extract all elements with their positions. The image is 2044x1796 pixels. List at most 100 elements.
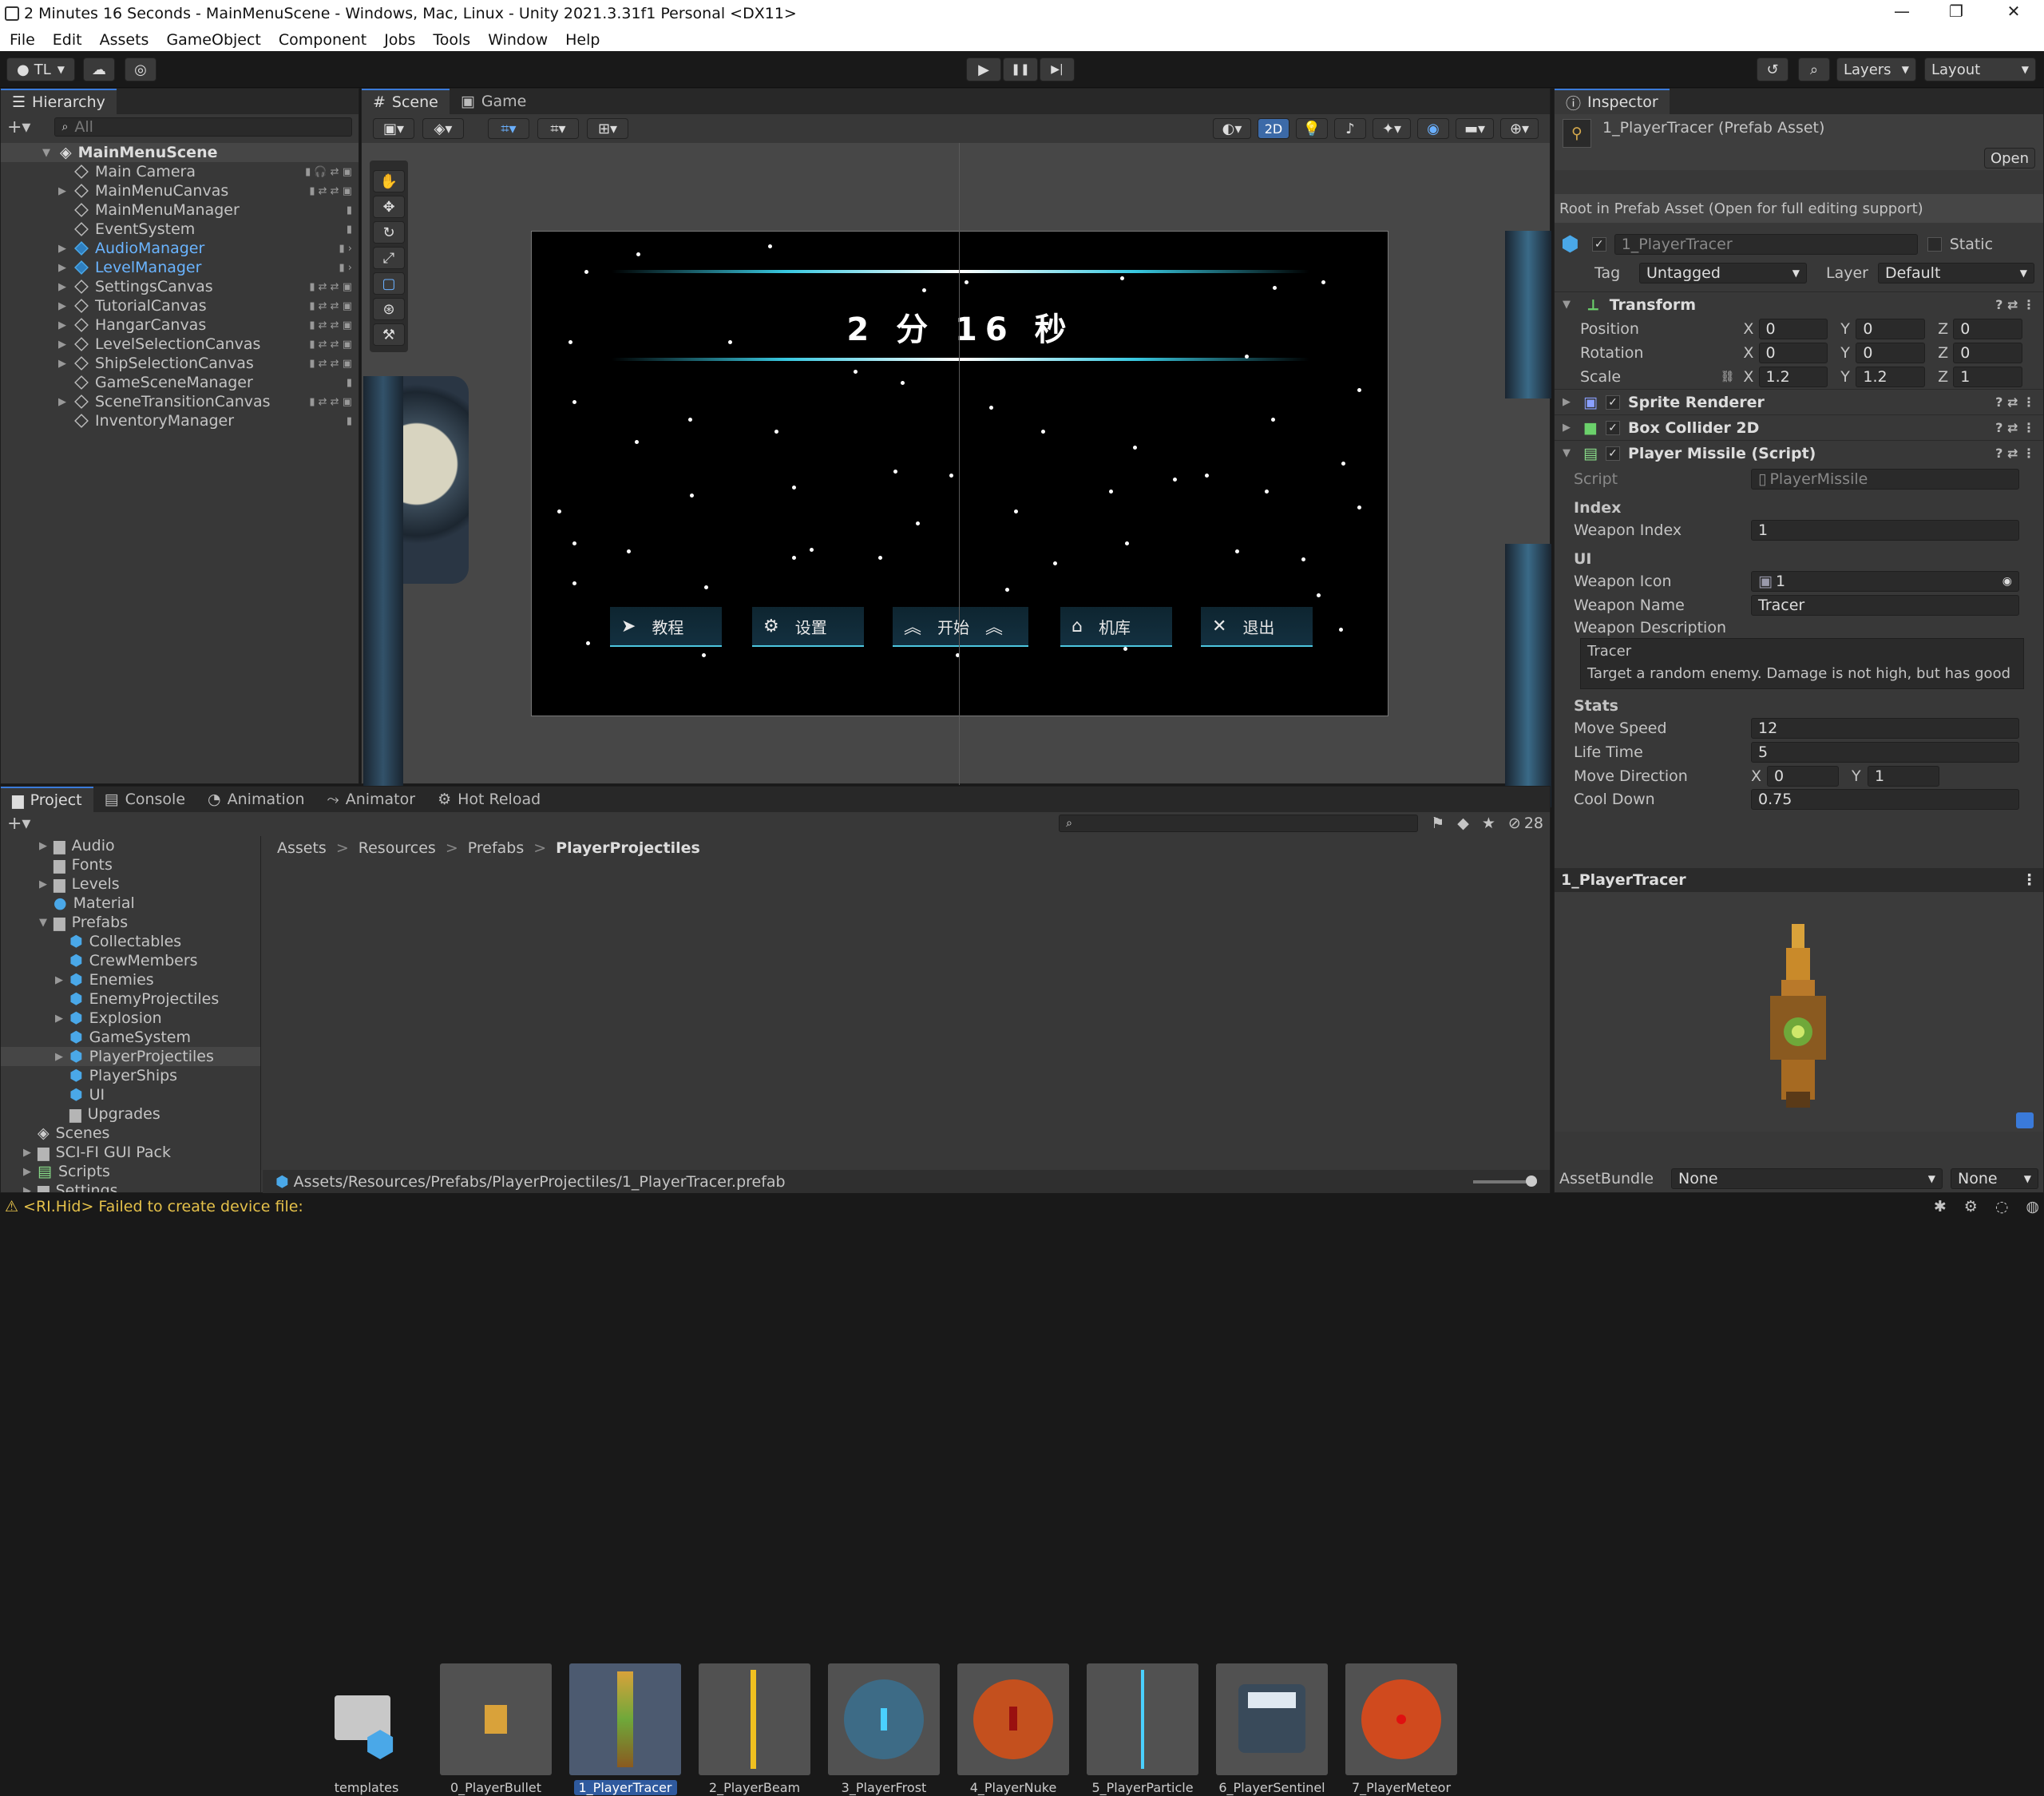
- asset-0-playerbullet[interactable]: 0_PlayerBullet: [440, 1663, 552, 1795]
- pause-button[interactable]: ❚❚: [1003, 57, 1038, 81]
- static-checkbox[interactable]: [1927, 237, 1942, 252]
- tree-item-playerships[interactable]: ⬢ PlayerShips: [1, 1066, 260, 1085]
- expand-arrow-icon[interactable]: ▶: [1563, 422, 1574, 434]
- expand-arrow-icon[interactable]: ▶: [58, 185, 69, 197]
- asset-4-playernuke[interactable]: 4_PlayerNuke: [957, 1663, 1069, 1795]
- status-message[interactable]: <RI.Hid> Failed to create device file:: [23, 1198, 303, 1215]
- expand-arrow-icon[interactable]: ▼: [1563, 447, 1574, 459]
- tree-item-ui[interactable]: ⬢ UI: [1, 1085, 260, 1104]
- expand-arrow-icon[interactable]: ▶: [39, 840, 50, 852]
- maximize-button[interactable]: ❐: [1932, 2, 1980, 26]
- menu-button-0[interactable]: ➤ 教程: [610, 607, 722, 647]
- bug-icon[interactable]: ⚙: [1964, 1198, 1978, 1215]
- move-tool-icon[interactable]: ✥: [373, 196, 405, 218]
- layers-dropdown[interactable]: Layers ▼: [1836, 57, 1916, 81]
- expand-arrow-icon[interactable]: ▶: [39, 878, 50, 890]
- tree-item-sci-fi-gui-pack[interactable]: ▶ ▆ SCI-FI GUI Pack: [1, 1143, 260, 1162]
- expand-arrow-icon[interactable]: ▼: [39, 917, 50, 929]
- menu-component[interactable]: Component: [279, 31, 366, 49]
- active-checkbox[interactable]: ✓: [1591, 237, 1606, 252]
- menu-gameobject[interactable]: GameObject: [166, 31, 260, 49]
- hierarchy-item-hangarcanvas[interactable]: ▶ HangarCanvas ▮ ⇄ ⇄ ▣: [1, 315, 358, 335]
- scale-z-field[interactable]: 1: [1953, 367, 2023, 387]
- scene-root[interactable]: ▼ ◈ MainMenuScene: [1, 143, 358, 162]
- menu-file[interactable]: File: [10, 31, 35, 49]
- assetbundle-dropdown[interactable]: None ▼: [1671, 1168, 1943, 1189]
- component-enabled-checkbox[interactable]: ✓: [1605, 394, 1620, 410]
- menu-help[interactable]: Help: [565, 31, 600, 49]
- tree-item-prefabs[interactable]: ▼ ▆ Prefabs: [1, 913, 260, 932]
- expand-arrow-icon[interactable]: ▶: [55, 1013, 66, 1025]
- search-icon[interactable]: ⌕: [1798, 57, 1830, 81]
- tab-inspector[interactable]: ⓘ Inspector: [1555, 89, 1670, 114]
- hidden-packages-icon[interactable]: ⊘: [1508, 815, 1521, 832]
- grid-dropdown[interactable]: ⊞▾: [587, 118, 628, 139]
- tree-item-settings[interactable]: ▶ ▆ Settings: [1, 1181, 260, 1192]
- add-icon[interactable]: +▾: [7, 117, 30, 137]
- rotate-tool-icon[interactable]: ↻: [373, 221, 405, 244]
- tab-hot-reload[interactable]: ⚙ Hot Reload: [426, 787, 552, 812]
- life-time-field[interactable]: 5: [1751, 742, 2019, 763]
- component-menu-icon[interactable]: ? ⇄ ⋮: [1995, 446, 2035, 461]
- menu-jobs[interactable]: Jobs: [384, 31, 415, 49]
- layout-dropdown[interactable]: Layout ▼: [1924, 57, 2036, 81]
- asset-2-playerbeam[interactable]: 2_PlayerBeam: [699, 1663, 810, 1795]
- tree-item-scenes[interactable]: ◈ Scenes: [1, 1124, 260, 1143]
- hierarchy-search-input[interactable]: ⌕ All: [54, 117, 352, 137]
- help-icon[interactable]: ? ⇄ ⋮: [1995, 297, 2035, 312]
- grid-snap-dropdown[interactable]: ⌗▾: [488, 118, 529, 139]
- custom-tool-icon[interactable]: ⚒: [373, 323, 405, 346]
- expand-arrow-icon[interactable]: ▶: [58, 319, 69, 331]
- component-menu-icon[interactable]: ? ⇄ ⋮: [1995, 394, 2035, 410]
- tree-item-gamesystem[interactable]: ⬢ GameSystem: [1, 1028, 260, 1047]
- hierarchy-item-levelselectioncanvas[interactable]: ▶ LevelSelectionCanvas ▮ ⇄ ⇄ ▣: [1, 335, 358, 354]
- transform-tool-icon[interactable]: ⊛: [373, 298, 405, 320]
- hierarchy-item-main-camera[interactable]: Main Camera ▮ 🎧 ⇄ ▣: [1, 162, 358, 181]
- tree-item-enemyprojectiles[interactable]: ⬢ EnemyProjectiles: [1, 989, 260, 1009]
- menu-assets[interactable]: Assets: [100, 31, 149, 49]
- move-direction-y-field[interactable]: 1: [1868, 766, 1939, 787]
- component-header-2[interactable]: ▼ ▤ ✓ Player Missile (Script) ? ⇄ ⋮: [1555, 440, 2043, 466]
- step-button[interactable]: ▶|: [1040, 57, 1075, 81]
- scale-tool-icon[interactable]: ⤢: [373, 247, 405, 269]
- hierarchy-item-levelmanager[interactable]: ▶ LevelManager ▮ ›: [1, 258, 358, 277]
- create-asset-icon[interactable]: +▾: [7, 814, 30, 834]
- move-speed-field[interactable]: 12: [1751, 718, 2019, 739]
- weapon-name-field[interactable]: Tracer: [1751, 595, 2019, 616]
- tree-item-audio[interactable]: ▶ ▆ Audio: [1, 836, 260, 855]
- scale-x-field[interactable]: 1.2: [1758, 367, 1828, 387]
- object-picker-icon[interactable]: ◉: [2002, 575, 2012, 588]
- tag-dropdown[interactable]: Untagged ▼: [1639, 263, 1807, 283]
- expand-arrow-icon[interactable]: ▶: [23, 1147, 34, 1159]
- cooldown-field[interactable]: 0.75: [1751, 789, 2019, 810]
- weapon-description-textarea[interactable]: Tracer Target a random enemy. Damage is …: [1580, 638, 2024, 689]
- rect-tool-icon[interactable]: ▢: [373, 272, 405, 295]
- hierarchy-item-gamescenemanager[interactable]: GameSceneManager ▮: [1, 373, 358, 392]
- menu-button-4[interactable]: ✕ 退出: [1201, 607, 1313, 647]
- breadcrumb-item[interactable]: PlayerProjectiles: [556, 839, 700, 857]
- tree-item-collectables[interactable]: ⬢ Collectables: [1, 932, 260, 951]
- menu-tools[interactable]: Tools: [433, 31, 470, 49]
- tab-animation[interactable]: ◔ Animation: [196, 787, 315, 812]
- expand-arrow-icon[interactable]: ▶: [1563, 396, 1574, 408]
- debug-icon[interactable]: ✱: [1934, 1198, 1947, 1215]
- gameobject-name-field[interactable]: 1_PlayerTracer: [1614, 234, 1918, 255]
- tree-item-upgrades[interactable]: ▆ Upgrades: [1, 1104, 260, 1124]
- expand-arrow-icon[interactable]: ▶: [58, 358, 69, 370]
- hierarchy-item-scenetransitioncanvas[interactable]: ▶ SceneTransitionCanvas ▮ ⇄ ⇄ ▣: [1, 392, 358, 411]
- menu-window[interactable]: Window: [488, 31, 548, 49]
- preview-menu-icon[interactable]: ⋮: [2022, 871, 2037, 889]
- lighting-icon[interactable]: 💡: [1296, 118, 1328, 139]
- tab-project[interactable]: ▆ Project: [1, 787, 93, 812]
- expand-arrow-icon[interactable]: ▶: [58, 262, 69, 274]
- minimize-button[interactable]: —: [1878, 2, 1926, 26]
- position-x-field[interactable]: 0: [1758, 319, 1828, 339]
- effects-dropdown[interactable]: ✦▾: [1373, 118, 1411, 139]
- favorite-icon[interactable]: ★: [1482, 815, 1495, 832]
- weapon-index-field[interactable]: 1: [1751, 520, 2019, 541]
- filter-label-icon[interactable]: ◆: [1457, 815, 1469, 832]
- expand-arrow-icon[interactable]: ▶: [58, 300, 69, 312]
- visibility-icon[interactable]: ◉: [1417, 118, 1449, 139]
- project-search-input[interactable]: ⌕: [1059, 815, 1419, 832]
- assetbundle-variant-dropdown[interactable]: None ▼: [1951, 1168, 2038, 1189]
